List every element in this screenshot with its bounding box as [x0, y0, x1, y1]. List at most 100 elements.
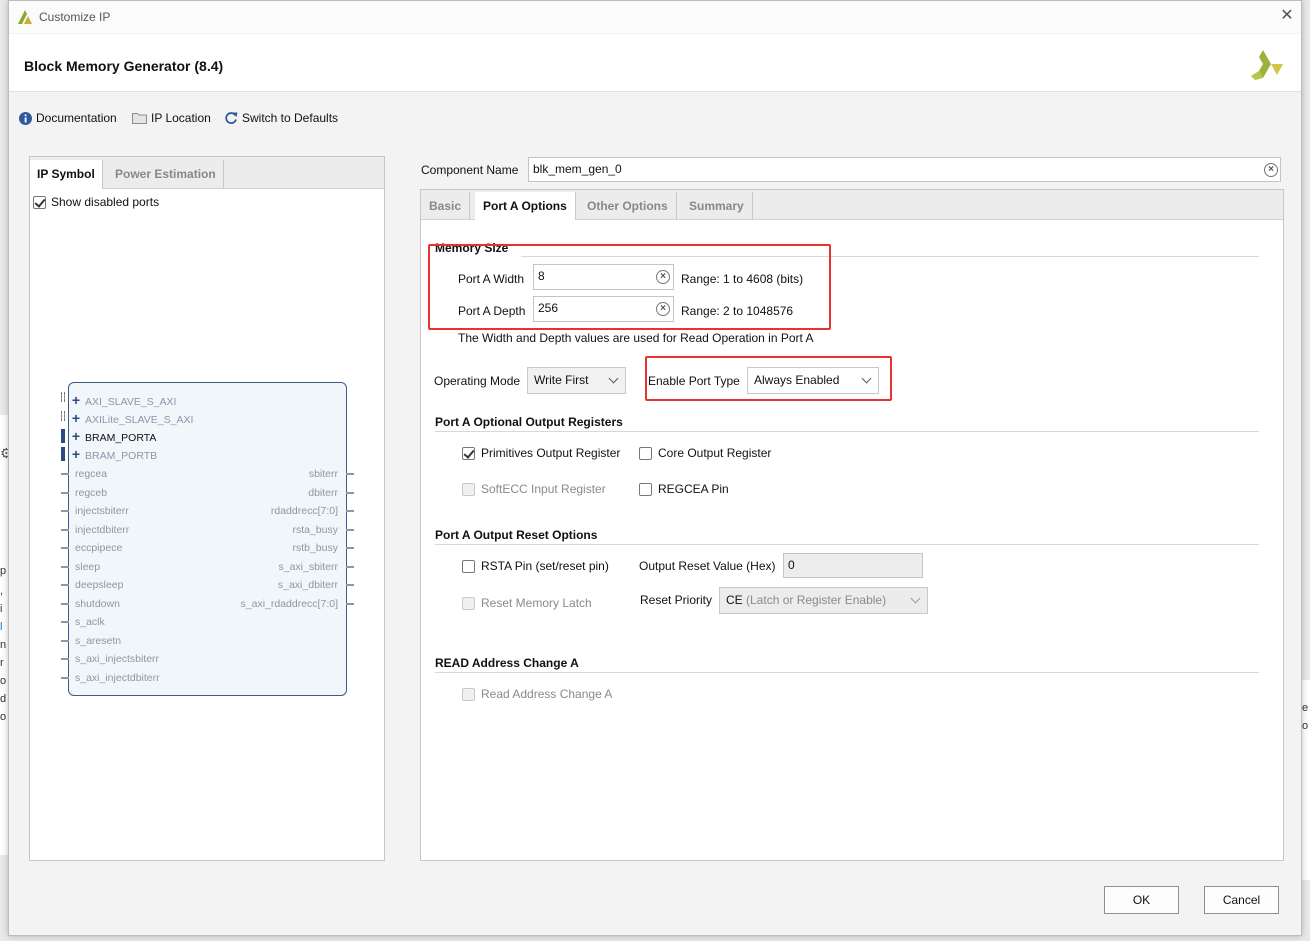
rsta-pin-checkbox[interactable]	[462, 559, 475, 573]
tab-basic[interactable]: Basic	[421, 192, 471, 220]
background-text: o	[1302, 720, 1309, 732]
component-name-input[interactable]: blk_mem_gen_0	[528, 157, 1281, 182]
port-label: dbiterr	[189, 484, 354, 503]
background-text: l	[0, 621, 3, 633]
bus-label: BRAM_PORTB	[85, 450, 158, 462]
bus-label: BRAM_PORTA	[85, 432, 157, 444]
regcea-pin-checkbox[interactable]	[639, 482, 652, 496]
softecc-input-register-checkbox	[462, 482, 475, 496]
show-disabled-ports-checkbox[interactable]	[33, 195, 46, 209]
reset-memory-latch-checkbox	[462, 596, 475, 610]
vivado-logo-icon	[18, 10, 32, 24]
bus-interface[interactable]: + AXI_SLAVE_S_AXI	[71, 391, 193, 409]
port-label: s_axi_rdaddrecc[7:0]	[189, 595, 354, 614]
cancel-button[interactable]: Cancel	[1204, 886, 1279, 914]
softecc-input-register-label: SoftECC Input Register	[481, 482, 606, 496]
operating-mode-select[interactable]: Write First	[527, 367, 626, 394]
component-name-label: Component Name	[421, 163, 519, 177]
reset-memory-latch-option: Reset Memory Latch	[462, 596, 592, 610]
regcea-pin-option[interactable]: REGCEA Pin	[639, 482, 729, 496]
port-label: rstb_busy	[189, 539, 354, 558]
show-disabled-ports-option[interactable]: Show disabled ports	[33, 195, 159, 209]
close-icon[interactable]: ✕	[1279, 7, 1295, 25]
read-address-change-label: Read Address Change A	[481, 687, 613, 701]
title-bar: Customize IP ✕	[9, 1, 1301, 33]
expand-plus-icon[interactable]: +	[71, 409, 81, 427]
window-title: Customize IP	[39, 10, 111, 24]
background-text: o	[0, 675, 7, 687]
expand-plus-icon[interactable]: +	[71, 445, 81, 463]
port-label: s_aresetn	[61, 632, 225, 651]
ip-symbol-panel: IP Symbol Power Estimation Show disabled…	[29, 156, 385, 861]
port-label: rsta_busy	[189, 521, 354, 540]
rsta-pin-label: RSTA Pin (set/reset pin)	[481, 559, 609, 573]
ip-location-label: IP Location	[151, 111, 211, 125]
port-name: rdaddrecc[7:0]	[270, 505, 338, 517]
regcea-pin-label: REGCEA Pin	[658, 482, 729, 496]
port-name: injectsbiterr	[75, 505, 129, 517]
expand-plus-icon[interactable]: +	[71, 391, 81, 409]
port-name: regcea	[75, 468, 108, 480]
core-output-register-checkbox[interactable]	[639, 446, 652, 460]
tab-power-estimation[interactable]: Power Estimation	[108, 160, 224, 189]
port-name: dbiterr	[308, 486, 338, 499]
port-name: s_axi_dbiterr	[277, 579, 338, 591]
tab-summary[interactable]: Summary	[681, 192, 753, 220]
primitives-output-register-label: Primitives Output Register	[481, 446, 621, 460]
highlight-box-memory-size	[428, 244, 831, 330]
tab-other-options[interactable]: Other Options	[579, 192, 677, 220]
port-pin	[61, 473, 69, 475]
output-reset-value-input: 0	[783, 553, 923, 578]
left-tabbar: IP Symbol Power Estimation	[30, 157, 384, 189]
primitives-output-register-checkbox[interactable]	[462, 446, 475, 460]
port-label: s_axi_injectdbiterr	[61, 669, 225, 688]
port-name: rsta_busy	[292, 523, 338, 536]
port-name: s_aclk	[75, 616, 105, 628]
rsta-pin-option[interactable]: RSTA Pin (set/reset pin)	[462, 559, 609, 573]
port-pin	[346, 602, 354, 605]
dialog-header: Block Memory Generator (8.4)	[9, 34, 1301, 92]
ip-symbol-block: + AXI_SLAVE_S_AXI + AXILite_SLAVE_S_AXI + B…	[61, 382, 354, 696]
reset-priority-value: CE	[726, 593, 743, 607]
softecc-input-register-option: SoftECC Input Register	[462, 482, 606, 496]
port-name: s_axi_rdaddrecc[7:0]	[240, 597, 338, 610]
port-pin	[346, 528, 354, 531]
port-pin	[61, 584, 69, 586]
port-label: s_axi_dbiterr	[189, 576, 354, 595]
bus-list: + AXI_SLAVE_S_AXI + AXILite_SLAVE_S_AXI + B…	[71, 391, 193, 463]
ip-location-button[interactable]: IP Location	[132, 110, 211, 126]
primitives-output-register-option[interactable]: Primitives Output Register	[462, 446, 620, 460]
port-pin	[61, 658, 69, 660]
ip-title: Block Memory Generator (8.4)	[24, 58, 224, 74]
tab-port-a-options[interactable]: Port A Options	[475, 192, 576, 220]
documentation-button[interactable]: Documentation	[19, 110, 117, 126]
port-pin	[346, 491, 354, 494]
read-address-change-checkbox	[462, 687, 475, 701]
reset-priority-detail: (Latch or Register Enable)	[746, 593, 887, 607]
port-label: s_axi_sbiterr	[189, 558, 354, 577]
bus-interface[interactable]: + AXILite_SLAVE_S_AXI	[71, 409, 193, 427]
bus-interface[interactable]: + BRAM_PORTA	[71, 427, 193, 445]
port-pin	[346, 547, 354, 549]
switch-to-defaults-button[interactable]: Switch to Defaults	[224, 110, 338, 126]
operating-mode-label: Operating Mode	[434, 374, 521, 388]
output-registers-title: Port A Optional Output Registers	[435, 415, 623, 429]
reset-priority-select: CE (Latch or Register Enable)	[719, 587, 928, 614]
clear-icon[interactable]: ×	[1264, 163, 1278, 177]
port-pin	[61, 510, 69, 512]
core-output-register-option[interactable]: Core Output Register	[639, 446, 771, 460]
highlight-box-enable-port	[645, 356, 892, 401]
expand-plus-icon[interactable]: +	[71, 427, 81, 445]
info-icon	[19, 111, 32, 125]
show-disabled-ports-label: Show disabled ports	[51, 195, 160, 209]
read-address-title: READ Address Change A	[435, 656, 579, 670]
tab-ip-symbol[interactable]: IP Symbol	[30, 160, 103, 189]
port-name: sbiterr	[308, 468, 338, 480]
port-pin	[346, 473, 354, 475]
bus-interface[interactable]: + BRAM_PORTB	[71, 445, 193, 463]
port-pin	[61, 491, 69, 494]
ok-button[interactable]: OK	[1104, 886, 1179, 914]
reset-memory-latch-label: Reset Memory Latch	[481, 596, 592, 610]
port-pin	[346, 565, 354, 568]
port-pin	[61, 528, 69, 531]
